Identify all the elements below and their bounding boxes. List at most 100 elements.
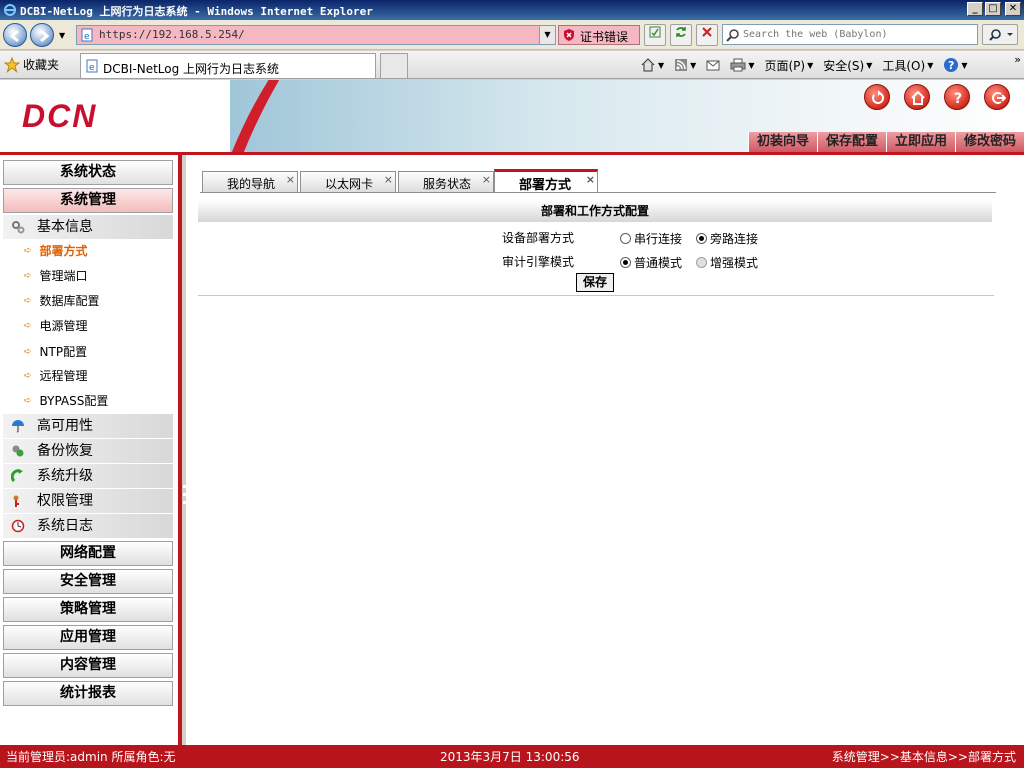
history-dropdown-icon[interactable]: ▼ (59, 31, 65, 40)
radio-button-selected[interactable] (696, 233, 707, 244)
address-toolbar: ▼ e https://192.168.5.254/ ▼ 证书错误 (0, 20, 1024, 50)
sidebar: 系统状态 系统管理 基本信息 ➪ 部署方式 ➪ 管理端口 ➪ 数据库配置 ➪ 电源管理 … (0, 155, 182, 745)
browser-tab-title: DCBI-NetLog 上网行为日志系统 (103, 62, 280, 76)
sidebar-section-security-mgmt[interactable]: 安全管理 (3, 569, 173, 594)
svg-text:e: e (89, 63, 95, 73)
close-window-button[interactable]: ✕ (1005, 2, 1021, 16)
minimize-button[interactable]: _ (967, 2, 983, 16)
address-bar[interactable]: e https://192.168.5.254/ ▼ (76, 25, 556, 45)
search-input[interactable] (743, 27, 973, 42)
sidebar-subitem-ntp-config[interactable]: ➪ NTP配置 (24, 342, 87, 362)
logout-icon[interactable] (984, 84, 1010, 110)
star-icon (4, 56, 20, 73)
sidebar-subitem-power-mgmt[interactable]: ➪ 电源管理 (24, 316, 88, 336)
back-button[interactable] (3, 23, 27, 47)
compatibility-button[interactable] (644, 24, 666, 46)
forward-button[interactable] (30, 23, 54, 47)
home-icon (641, 58, 655, 72)
maximize-button[interactable]: □ (985, 2, 1001, 16)
brand-swoosh (231, 80, 280, 152)
sidebar-item-system-upgrade[interactable]: 系统升级 (3, 464, 173, 488)
sidebar-subitem-deploy-mode[interactable]: ➪ 部署方式 (24, 241, 88, 261)
radio-button-disabled (696, 257, 707, 268)
sidebar-section-content-mgmt[interactable]: 内容管理 (3, 653, 173, 678)
gears-icon (12, 221, 25, 234)
search-box[interactable] (722, 24, 978, 45)
upgrade-icon (11, 469, 23, 483)
sidebar-section-network-config[interactable]: 网络配置 (3, 541, 173, 566)
sidebar-subitem-remote-mgmt[interactable]: ➪ 远程管理 (24, 366, 88, 386)
home-command[interactable]: ▼ (640, 58, 664, 72)
refresh-button[interactable] (670, 24, 692, 46)
tab-service-status[interactable]: 服务状态 × (398, 171, 494, 193)
sidebar-subitem-database-config[interactable]: ➪ 数据库配置 (24, 291, 100, 311)
tab-my-navigation[interactable]: 我的导航 × (202, 171, 298, 193)
sidebar-section-app-mgmt[interactable]: 应用管理 (3, 625, 173, 650)
sidebar-section-system-status[interactable]: 系统状态 (3, 160, 173, 185)
radio-bypass-connection[interactable]: 旁路连接 (696, 230, 758, 247)
home-icon[interactable] (904, 84, 930, 110)
tab-ethernet-card[interactable]: 以太网卡 × (300, 171, 396, 193)
more-commands-icon[interactable]: » (1014, 53, 1021, 66)
sidebar-item-permission-mgmt[interactable]: 权限管理 (3, 489, 173, 513)
sidebar-subitem-label: 部署方式 (39, 244, 88, 258)
radio-normal-mode[interactable]: 普通模式 (620, 254, 682, 271)
header-icon-group: ? (864, 84, 1010, 110)
refresh-icon[interactable] (864, 84, 890, 110)
safety-menu[interactable]: 安全(S) ▼ (823, 57, 872, 74)
sidebar-item-label: 权限管理 (37, 493, 93, 509)
sidebar-item-label: 系统日志 (37, 518, 93, 534)
tab-close-icon[interactable]: × (384, 173, 393, 186)
sidebar-subitem-bypass-config[interactable]: ➪ BYPASS配置 (24, 391, 108, 411)
help-icon[interactable]: ? (944, 84, 970, 110)
sidebar-item-label: 备份恢复 (37, 443, 93, 459)
stop-button[interactable] (696, 24, 718, 46)
radio-enhanced-mode[interactable]: 增强模式 (696, 254, 758, 271)
sidebar-item-basic-info[interactable]: 基本信息 (3, 215, 173, 239)
initial-setup-wizard-link[interactable]: 初装向导 (747, 132, 817, 152)
sidebar-item-system-log[interactable]: 系统日志 (3, 514, 173, 538)
radio-label: 串行连接 (634, 232, 683, 246)
sidebar-section-stats-report[interactable]: 统计报表 (3, 681, 173, 706)
certificate-error-button[interactable]: 证书错误 (558, 25, 640, 45)
new-tab-button[interactable] (380, 53, 408, 78)
location-breadcrumb: 系统管理>>基本信息>>部署方式 (831, 750, 1016, 764)
help-menu[interactable]: ? ▼ (943, 57, 968, 73)
help-circle-icon: ? (944, 58, 959, 72)
change-password-link[interactable]: 修改密码 (954, 132, 1024, 152)
sidebar-item-high-availability[interactable]: 高可用性 (3, 414, 173, 438)
page-menu[interactable]: 页面(P) ▼ (764, 57, 813, 74)
deploy-mode-label: 设备部署方式 (502, 231, 575, 245)
browser-tab[interactable]: e DCBI-NetLog 上网行为日志系统 (80, 53, 376, 78)
svg-text:?: ? (948, 59, 954, 72)
save-config-link[interactable]: 保存配置 (816, 132, 886, 152)
tab-deploy-mode[interactable]: 部署方式 × (494, 169, 598, 193)
compatibility-icon (649, 26, 661, 38)
window-title: DCBI-NetLog 上网行为日志系统 - Windows Internet … (20, 5, 373, 18)
sidebar-subitem-label: 远程管理 (39, 369, 88, 383)
sidebar-section-system-management[interactable]: 系统管理 (3, 188, 173, 213)
tab-close-icon[interactable]: × (286, 173, 295, 186)
tools-menu[interactable]: 工具(O) ▼ (882, 57, 933, 74)
save-button[interactable]: 保存 (576, 273, 614, 292)
print-command[interactable]: ▼ (730, 58, 754, 72)
refresh-icon (676, 27, 686, 37)
favorites-button[interactable]: 收藏夹 (4, 56, 59, 73)
feeds-command[interactable]: ▼ (674, 58, 696, 72)
radio-button-selected[interactable] (620, 257, 631, 268)
bullet-arrow-icon: ➪ (24, 271, 32, 281)
address-dropdown-icon[interactable]: ▼ (539, 26, 555, 44)
address-url[interactable]: https://192.168.5.254/ (99, 28, 245, 41)
mail-command[interactable] (706, 59, 720, 71)
safety-menu-label: 安全(S) (823, 58, 865, 73)
sidebar-item-backup-restore[interactable]: 备份恢复 (3, 439, 173, 463)
tab-close-icon[interactable]: × (586, 173, 595, 186)
sidebar-subitem-mgmt-port[interactable]: ➪ 管理端口 (24, 266, 88, 286)
tab-close-icon[interactable]: × (482, 173, 491, 186)
sidebar-section-policy-mgmt[interactable]: 策略管理 (3, 597, 173, 622)
radio-button[interactable] (620, 233, 631, 244)
tab-label: 以太网卡 (325, 177, 374, 191)
radio-serial-connection[interactable]: 串行连接 (620, 230, 682, 247)
apply-now-link[interactable]: 立即应用 (885, 132, 955, 152)
search-go-button[interactable] (982, 24, 1018, 45)
